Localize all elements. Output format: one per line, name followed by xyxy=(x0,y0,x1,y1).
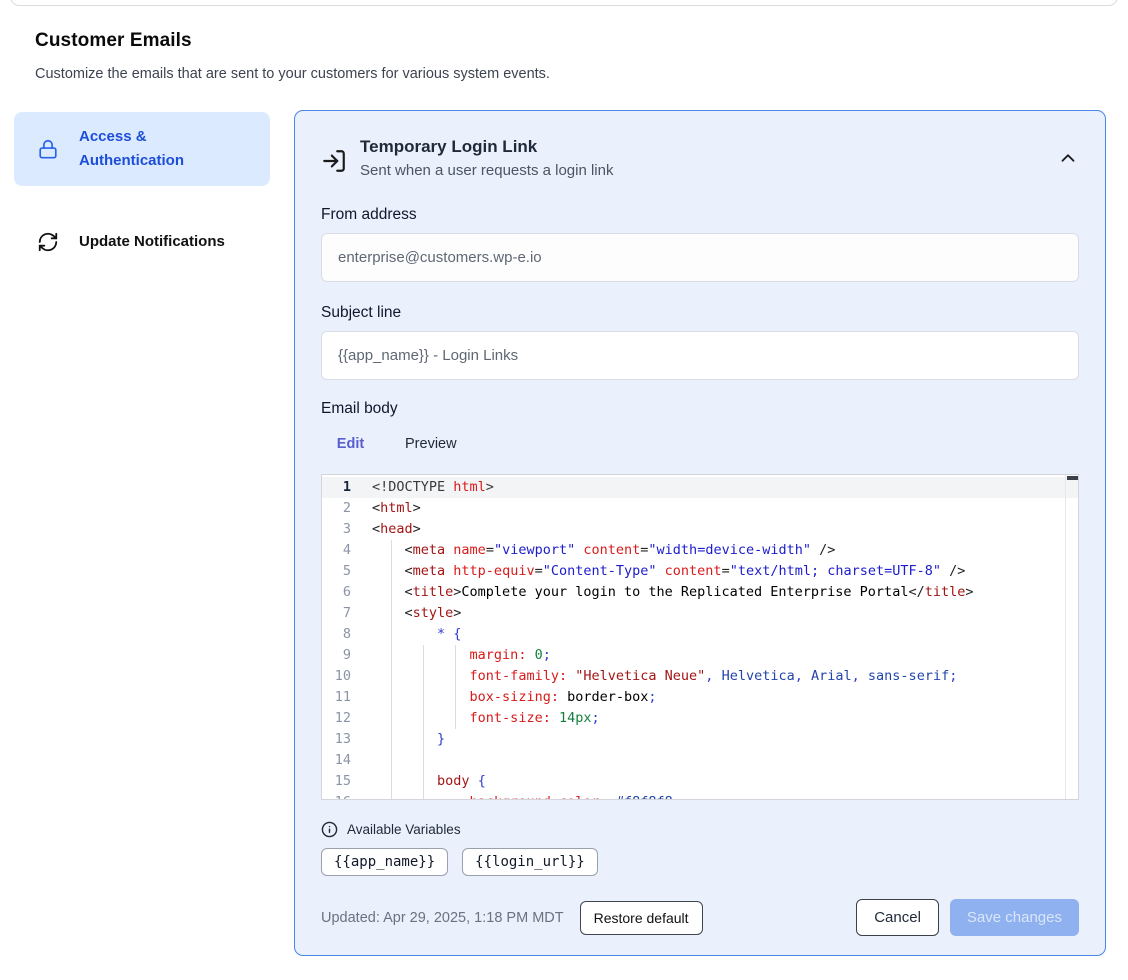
sidebar-item-label: Update Notifications xyxy=(79,230,225,254)
restore-default-button[interactable]: Restore default xyxy=(580,901,703,935)
login-icon xyxy=(321,148,347,174)
code-line: <meta name="viewport" content="width=dev… xyxy=(372,540,1064,561)
panel-header: Temporary Login Link Sent when a user re… xyxy=(321,137,1079,179)
updated-timestamp: Updated: Apr 29, 2025, 1:18 PM MDT xyxy=(321,910,564,926)
email-body-label: Email body xyxy=(321,400,1079,418)
code-line: <style> xyxy=(372,603,1064,624)
code-line: } xyxy=(372,729,1064,750)
email-settings-panel: Temporary Login Link Sent when a user re… xyxy=(294,110,1106,956)
variable-chip-app-name[interactable]: {{app_name}} xyxy=(321,848,448,876)
panel-subtitle: Sent when a user requests a login link xyxy=(360,162,613,179)
editor-scrollbar[interactable] xyxy=(1065,475,1078,799)
code-line: <head> xyxy=(372,519,1064,540)
code-line: <html> xyxy=(372,498,1064,519)
sidebar-item-update-notifications[interactable]: Update Notifications xyxy=(14,219,270,265)
code-line xyxy=(372,750,1064,771)
tab-edit[interactable]: Edit xyxy=(321,433,380,452)
collapse-button[interactable] xyxy=(1057,147,1079,169)
code-line: box-sizing: border-box; xyxy=(372,687,1064,708)
panel-titles: Temporary Login Link Sent when a user re… xyxy=(360,137,613,179)
info-icon xyxy=(321,821,338,838)
chevron-up-icon xyxy=(1057,147,1079,169)
sidebar-item-label: Access & Authentication xyxy=(79,125,219,173)
available-variables-row: Available Variables xyxy=(321,821,1079,838)
scrollbar-thumb[interactable] xyxy=(1067,476,1078,480)
lock-icon xyxy=(37,138,59,160)
line-number-gutter: 12345678910111213141516 xyxy=(322,477,364,800)
panel-footer: Updated: Apr 29, 2025, 1:18 PM MDT Resto… xyxy=(321,899,1079,936)
tab-preview[interactable]: Preview xyxy=(405,433,457,452)
code-line: background-color: #f8f8f8; xyxy=(372,792,1064,800)
variable-chips: {{app_name}} {{login_url}} xyxy=(321,848,1079,876)
from-address-label: From address xyxy=(321,206,1079,224)
code-content[interactable]: <!DOCTYPE html><html><head> <meta name="… xyxy=(372,477,1064,800)
code-line: <!DOCTYPE html> xyxy=(372,477,1064,498)
footer-actions: Cancel Save changes xyxy=(856,899,1079,936)
sidebar-item-access-authentication[interactable]: Access & Authentication xyxy=(14,112,270,186)
panel-title: Temporary Login Link xyxy=(360,137,613,157)
previous-card-edge xyxy=(10,0,1118,6)
available-variables-label: Available Variables xyxy=(347,822,461,837)
editor-tabs: Edit Preview xyxy=(321,433,1079,474)
code-line: <title>Complete your login to the Replic… xyxy=(372,582,1064,603)
save-changes-button[interactable]: Save changes xyxy=(950,899,1079,936)
code-line: * { xyxy=(372,624,1064,645)
cancel-button[interactable]: Cancel xyxy=(856,899,939,936)
refresh-icon xyxy=(37,231,59,253)
code-line: <meta http-equiv="Content-Type" content=… xyxy=(372,561,1064,582)
subject-line-input[interactable] xyxy=(321,331,1079,380)
code-line: font-family: "Helvetica Neue", Helvetica… xyxy=(372,666,1064,687)
code-editor[interactable]: 12345678910111213141516 <!DOCTYPE html><… xyxy=(321,474,1079,800)
code-line: body { xyxy=(372,771,1064,792)
subject-line-label: Subject line xyxy=(321,304,1079,322)
sidebar: Access & Authentication Update Notificat… xyxy=(14,112,270,265)
page-subtitle: Customize the emails that are sent to yo… xyxy=(35,66,550,82)
code-line: margin: 0; xyxy=(372,645,1064,666)
code-line: font-size: 14px; xyxy=(372,708,1064,729)
variable-chip-login-url[interactable]: {{login_url}} xyxy=(462,848,598,876)
page-header: Customer Emails Customize the emails tha… xyxy=(35,30,550,82)
from-address-input[interactable] xyxy=(321,233,1079,282)
page-title: Customer Emails xyxy=(35,30,550,52)
